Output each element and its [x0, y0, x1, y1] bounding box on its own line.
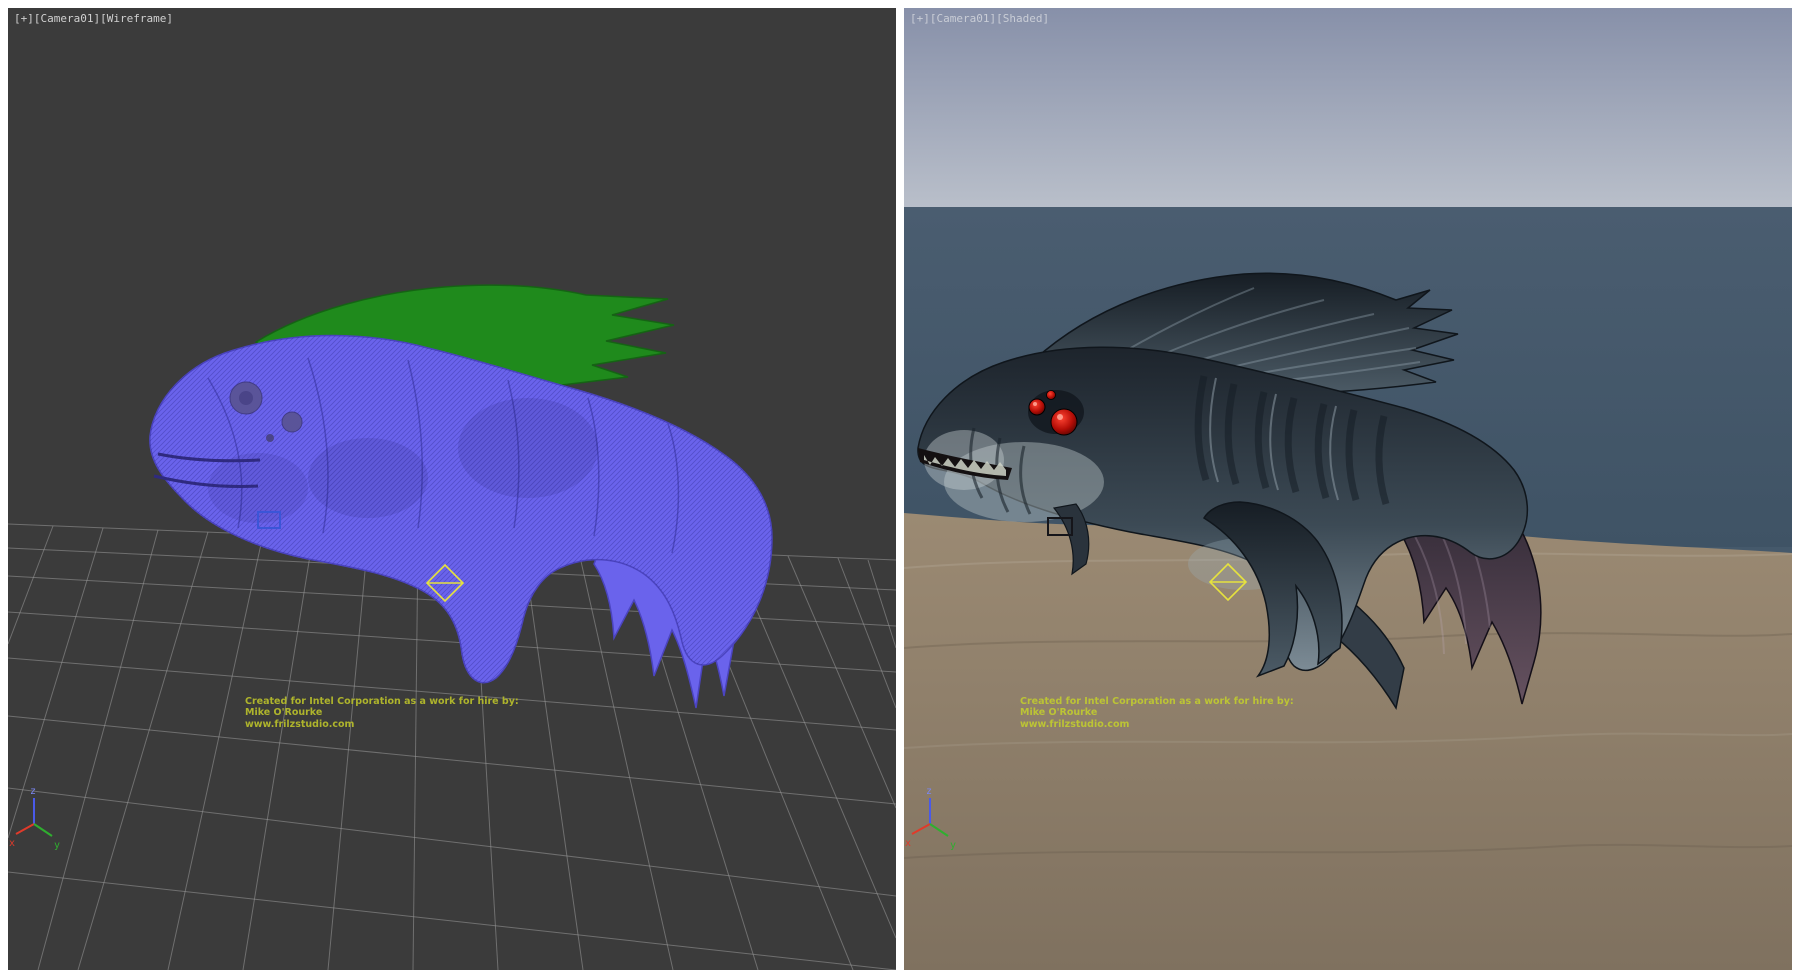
- fish-eye-small: [282, 412, 302, 432]
- watermark-line1: Created for Intel Corporation as a work …: [1020, 696, 1294, 707]
- viewport-label-wireframe[interactable]: [+][Camera01][Wireframe]: [14, 12, 173, 25]
- axis-label-z: z: [30, 786, 36, 797]
- axis-label-y: y: [950, 840, 956, 851]
- wireframe-scene: z x y: [8, 8, 896, 970]
- sky: [904, 8, 1792, 207]
- axis-label-x: x: [905, 838, 911, 849]
- viewport-wireframe[interactable]: [+][Camera01][Wireframe]: [8, 8, 896, 970]
- axis-tripod: z x y: [9, 786, 60, 851]
- axis-label-y: y: [54, 840, 60, 851]
- watermark-line3: www.frilzstudio.com: [1020, 719, 1294, 730]
- watermark-line1: Created for Intel Corporation as a work …: [245, 696, 519, 707]
- viewport-watermark: Created for Intel Corporation as a work …: [245, 696, 519, 730]
- watermark-line2: Mike O'Rourke: [245, 707, 519, 718]
- watermark-line3: www.frilzstudio.com: [245, 719, 519, 730]
- viewport-shaded[interactable]: [+][Camera01][Shaded]: [904, 8, 1792, 970]
- viewport-watermark: Created for Intel Corporation as a work …: [1020, 696, 1294, 730]
- viewport-label-shaded[interactable]: [+][Camera01][Shaded]: [910, 12, 1049, 25]
- fish-eye-main: [1051, 409, 1077, 435]
- shaded-scene: z x y: [904, 8, 1792, 970]
- fish-eye-small: [1047, 391, 1056, 400]
- axis-label-x: x: [9, 838, 15, 849]
- fish-eye-mid: [1029, 399, 1045, 415]
- axis-label-z: z: [926, 786, 932, 797]
- watermark-line2: Mike O'Rourke: [1020, 707, 1294, 718]
